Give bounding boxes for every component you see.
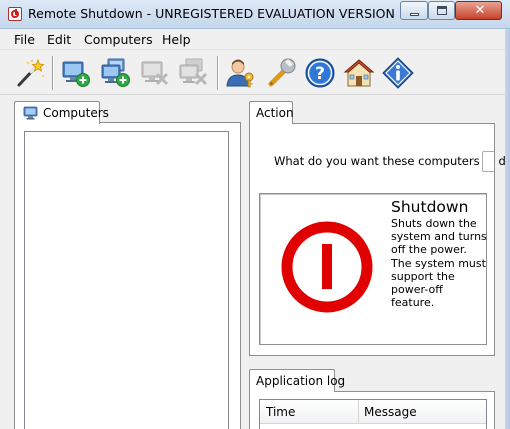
computer-list[interactable]	[24, 131, 229, 429]
action-description: Shuts down the system and turns off the …	[391, 217, 487, 310]
add-computer-icon	[62, 61, 90, 87]
title-bar[interactable]: Remote Shutdown - UNREGISTERED EVALUATIO…	[0, 0, 510, 29]
column-divider[interactable]	[358, 400, 359, 424]
menu-edit[interactable]: Edit	[47, 32, 71, 47]
computer-icon	[23, 106, 38, 120]
toolbar: ?	[0, 51, 510, 95]
action-title: Shutdown	[391, 198, 469, 216]
action-select[interactable]	[482, 151, 494, 172]
remove-computers-icon	[179, 58, 208, 86]
menu-help[interactable]: Help	[162, 32, 191, 47]
user-key-icon	[226, 59, 254, 88]
maximize-button[interactable]	[428, 1, 455, 20]
window-border	[505, 29, 510, 429]
menu-file[interactable]: File	[14, 32, 35, 47]
magic-wand-icon	[17, 58, 45, 87]
about-button[interactable]	[382, 57, 414, 89]
tab-computers-label: Computers	[43, 106, 109, 120]
minimize-button[interactable]	[400, 1, 428, 20]
panel-splitter[interactable]	[241, 100, 247, 429]
power-icon	[281, 221, 373, 313]
remove-computer-icon	[141, 61, 169, 86]
tab-action[interactable]: Action	[249, 101, 294, 124]
add-computers-button[interactable]	[100, 57, 132, 89]
column-time[interactable]: Time	[266, 405, 295, 419]
wrench-icon	[268, 58, 296, 87]
menu-bar: File Edit Computers Help	[0, 29, 510, 50]
add-computers-icon	[101, 58, 130, 87]
svg-text:?: ?	[315, 64, 325, 84]
column-message[interactable]: Message	[364, 405, 417, 419]
minimize-icon	[410, 13, 419, 16]
tab-action-label: Action	[256, 106, 294, 120]
home-button[interactable]	[343, 57, 375, 89]
remove-computer-button[interactable]	[139, 57, 171, 89]
credentials-button[interactable]	[225, 57, 257, 89]
application-log-table[interactable]: Time Message	[259, 399, 487, 429]
tab-computers[interactable]: Computers	[14, 101, 109, 124]
tab-application-log-label: Application log	[256, 374, 346, 388]
remove-computers-button[interactable]	[178, 57, 210, 89]
window-title: Remote Shutdown - UNREGISTERED EVALUATIO…	[28, 6, 395, 21]
tab-application-log[interactable]: Application log	[249, 369, 345, 392]
wizard-button[interactable]	[14, 57, 46, 89]
close-button[interactable]: ✕	[455, 1, 502, 20]
toolbar-separator	[217, 56, 219, 90]
help-icon: ?	[305, 58, 335, 88]
menu-computers[interactable]: Computers	[84, 32, 153, 47]
info-icon	[382, 57, 414, 89]
home-icon	[343, 59, 375, 87]
add-computer-button[interactable]	[60, 57, 92, 89]
maximize-icon	[437, 6, 447, 15]
close-icon: ✕	[474, 3, 486, 18]
settings-button[interactable]	[265, 57, 297, 89]
log-table-header: Time Message	[260, 400, 486, 424]
action-question: What do you want these computers to do:	[274, 154, 510, 168]
toolbar-separator	[52, 56, 54, 90]
app-power-icon[interactable]	[8, 7, 22, 21]
help-button[interactable]: ?	[304, 57, 336, 89]
